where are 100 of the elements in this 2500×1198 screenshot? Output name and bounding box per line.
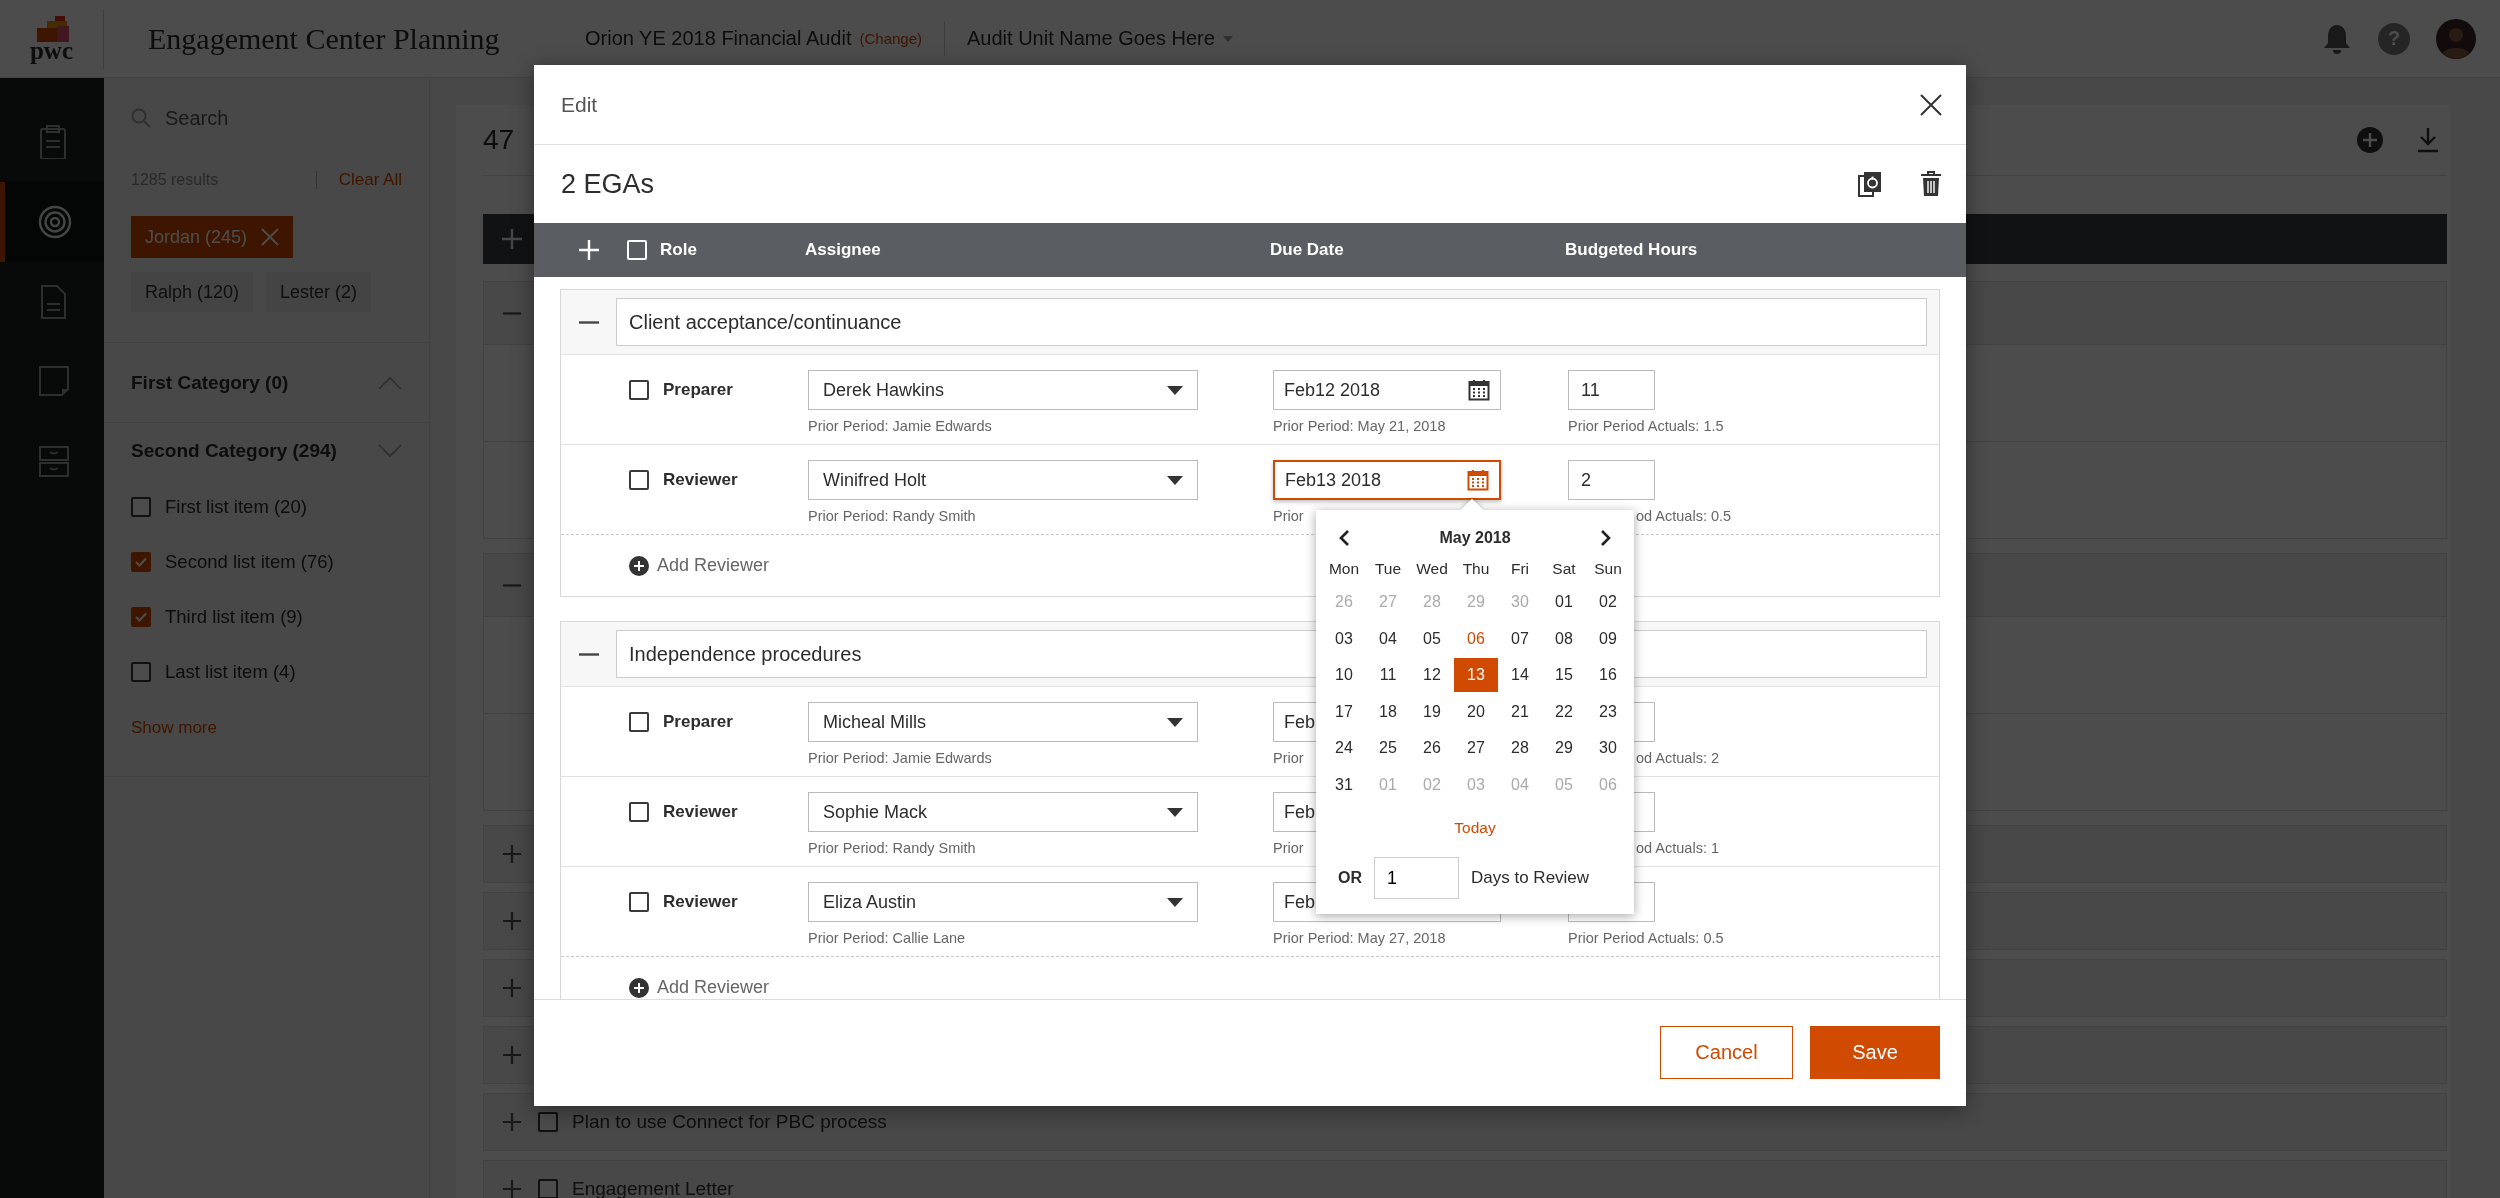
column-header: Budgeted Hours <box>1565 240 1698 260</box>
day-cell[interactable]: 21 <box>1498 694 1542 729</box>
day-cell[interactable]: 23 <box>1586 694 1630 729</box>
day-cell[interactable]: 30 <box>1586 731 1630 766</box>
list-title: 47 <box>483 124 515 156</box>
close-icon[interactable] <box>1920 93 1942 116</box>
or-label: OR <box>1338 869 1362 887</box>
category-title: First Category (0) <box>131 371 289 394</box>
prior-period-text: Prior Period: May 27, 2018 <box>1273 930 1446 946</box>
assignee-dropdown[interactable]: Winifred Holt <box>808 460 1198 500</box>
checkbox[interactable] <box>629 892 649 912</box>
engagement-name: Orion YE 2018 Financial Audit <box>585 27 852 50</box>
prior-period-text: od Actuals: 2 <box>1636 750 1720 766</box>
assignee-dropdown[interactable]: Derek Hawkins <box>808 370 1198 410</box>
calendar-icon[interactable] <box>1468 379 1490 401</box>
day-cell[interactable]: 31 <box>1322 767 1366 802</box>
assignee-dropdown[interactable]: Eliza Austin <box>808 882 1198 922</box>
prior-period-text: Prior Period: Jamie Edwards <box>808 750 992 766</box>
today-link[interactable]: Today <box>1454 819 1496 837</box>
prior-period-text: od Actuals: 1 <box>1636 840 1720 856</box>
caret-icon <box>1167 475 1183 485</box>
weekday-label: Fri <box>1509 560 1531 578</box>
date-field[interactable]: Feb13 2018 <box>1273 460 1501 500</box>
filter-option: Last list item (4) <box>165 660 296 683</box>
day-cell[interactable]: 13 <box>1454 658 1498 693</box>
hours-field[interactable]: 2 <box>1568 460 1655 500</box>
prior-period-text: Prior Period Actuals: 0.5 <box>1568 930 1724 946</box>
day-cell[interactable]: 29 <box>1542 731 1586 766</box>
day-cell[interactable]: 17 <box>1322 694 1366 729</box>
weekday-label: Tue <box>1373 560 1403 578</box>
day-cell[interactable]: 25 <box>1366 731 1410 766</box>
weekday-label: Thu <box>1461 560 1491 578</box>
checkbox[interactable] <box>629 380 649 400</box>
day-cell[interactable]: 24 <box>1322 731 1366 766</box>
weekday-label: Sat <box>1551 560 1577 578</box>
role-label: Reviewer <box>663 802 739 822</box>
day-cell[interactable]: 20 <box>1454 694 1498 729</box>
column-header: Role <box>660 240 698 260</box>
assignee-dropdown[interactable]: Sophie Mack <box>808 792 1198 832</box>
prior-period-text: Prior Period: Randy Smith <box>808 508 976 524</box>
day-cell[interactable]: 01 <box>1542 585 1586 620</box>
group-title-field[interactable]: Client acceptance/continuance <box>616 298 1927 346</box>
hours-field[interactable]: 11 <box>1568 370 1655 410</box>
assignee-dropdown[interactable]: Micheal Mills <box>808 702 1198 742</box>
copy-icon[interactable] <box>1858 171 1882 197</box>
weekday-label: Wed <box>1415 560 1449 578</box>
caret-icon <box>1167 385 1183 395</box>
filter-option: Second list item (76) <box>165 550 334 573</box>
column-header: Due Date <box>1270 240 1345 260</box>
caret-icon <box>1167 807 1183 817</box>
date-field[interactable]: Feb12 2018 <box>1273 370 1501 410</box>
selection-count: 2 EGAs <box>561 168 655 200</box>
weekday-label: Mon <box>1327 560 1361 578</box>
weekday-label: Sun <box>1593 560 1623 578</box>
cancel-button[interactable]: Cancel <box>1660 1026 1793 1079</box>
day-cell[interactable]: 28 <box>1498 731 1542 766</box>
add-circle-icon <box>629 555 649 576</box>
caret-icon <box>1167 897 1183 907</box>
add-reviewer-button[interactable]: Add Reviewer <box>629 555 770 576</box>
chevron-right-icon <box>1600 529 1612 547</box>
filter-option: First list item (20) <box>165 495 307 518</box>
filter-option: Third list item (9) <box>165 605 303 628</box>
delete-icon[interactable] <box>1920 171 1942 197</box>
minus-icon <box>577 652 600 656</box>
prior-period-text: Prior Period: May 21, 2018 <box>1273 418 1446 434</box>
day-cell[interactable]: 26 <box>1410 731 1454 766</box>
day-cell[interactable]: 18 <box>1366 694 1410 729</box>
role-label: Reviewer <box>663 470 739 490</box>
prior-period-text: Prior Period: Jamie Edwards <box>808 418 992 434</box>
checkbox[interactable] <box>629 712 649 732</box>
prior-period-text: Prior <box>1273 750 1304 766</box>
days-input[interactable]: 1 <box>1374 857 1459 899</box>
app-title: Engagement Center Planning <box>148 21 501 56</box>
prior-period-text: Prior <box>1273 840 1304 856</box>
days-label: Days to Review <box>1471 868 1590 888</box>
day-cell[interactable]: 22 <box>1542 694 1586 729</box>
save-button[interactable]: Save <box>1810 1026 1940 1079</box>
role-label: Reviewer <box>663 892 739 912</box>
category-title: Second Category (294) <box>131 440 337 462</box>
role-label: Preparer <box>663 380 734 400</box>
add-reviewer-button[interactable]: Add Reviewer <box>629 977 770 998</box>
month-label: May 2018 <box>1439 529 1511 547</box>
day-cell[interactable]: 19 <box>1410 694 1454 729</box>
day-cell[interactable]: 27 <box>1454 731 1498 766</box>
checkbox[interactable] <box>629 802 649 822</box>
prior-period-text: od Actuals: 0.5 <box>1636 508 1732 524</box>
prior-period-text: Prior Period Actuals: 1.5 <box>1568 418 1724 434</box>
row-title: Plan to use Connect for PBC process <box>572 1111 887 1133</box>
minus-icon <box>577 320 600 324</box>
caret-icon <box>1167 717 1183 727</box>
chevron-left-icon <box>1338 529 1350 547</box>
modal-title: Edit <box>561 92 598 117</box>
checkbox[interactable] <box>629 470 649 490</box>
logo-text: pwc <box>29 39 74 62</box>
role-label: Preparer <box>663 712 734 732</box>
day-cell[interactable]: 02 <box>1586 585 1630 620</box>
prior-period-text: Prior <box>1273 508 1304 524</box>
column-header: Assignee <box>805 240 882 260</box>
prior-period-text: Prior Period: Randy Smith <box>808 840 976 856</box>
prior-period-text: Prior Period: Callie Lane <box>808 930 966 946</box>
